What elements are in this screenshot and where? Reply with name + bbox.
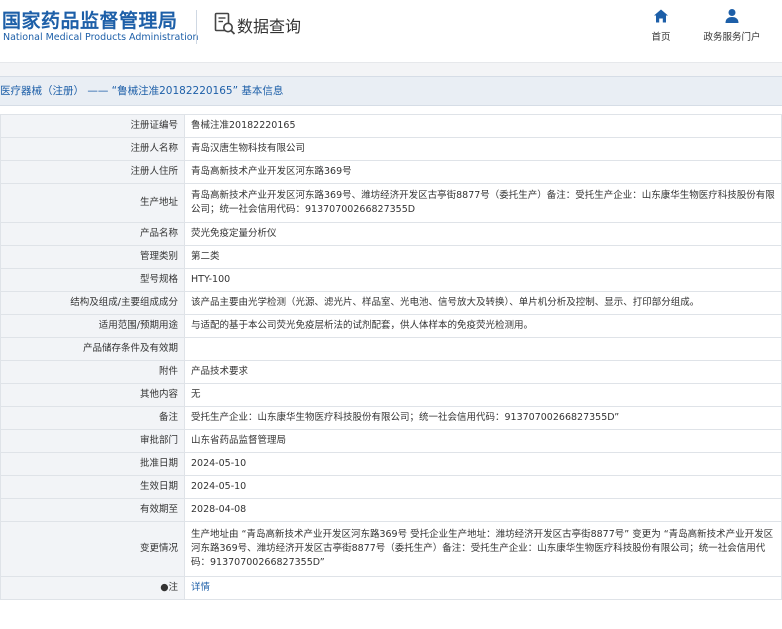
field-label: 型号规格 — [0, 268, 185, 292]
field-value: 生产地址由 “青岛高新技术产业开发区河东路369号 受托企业生产地址：潍坊经济开… — [184, 521, 782, 577]
data-query-icon — [214, 12, 236, 35]
page-subtitle: 数据查询 — [237, 17, 302, 36]
field-value: 受托生产企业：山东康华生物医疗科技股份有限公司；统一社会信用代码：9137070… — [184, 406, 782, 430]
detail-row: 结构及组成/主要组成成分 该产品主要由光学检测（光源、滤光片、样品室、光电池、信号… — [0, 291, 782, 315]
field-label: 生效日期 — [0, 475, 185, 499]
detail-row: 适用范围/预期用途 与适配的基于本公司荧光免疫层析法的试剂配套，供人体样本的免疫荧… — [0, 314, 782, 338]
field-label: 产品名称 — [0, 222, 185, 246]
field-value: 山东省药品监督管理局 — [184, 429, 782, 453]
detail-row: 型号规格 HTY-100 — [0, 268, 782, 292]
detail-row: 备注 受托生产企业：山东康华生物医疗科技股份有限公司；统一社会信用代码：91370… — [0, 406, 782, 430]
field-value: 与适配的基于本公司荧光免疫层析法的试剂配套，供人体样本的免疫荧光检测用。 — [184, 314, 782, 338]
header-band — [0, 62, 782, 76]
field-label: 批准日期 — [0, 452, 185, 476]
header-divider — [196, 10, 197, 44]
field-label: 注册人名称 — [0, 137, 185, 161]
field-value: 青岛高新技术产业开发区河东路369号 — [184, 160, 782, 184]
field-label: 备注 — [0, 406, 185, 430]
field-value: 2024-05-10 — [184, 452, 782, 476]
field-label: 注册证编号 — [0, 114, 185, 138]
detail-row: 产品储存条件及有效期 — [0, 337, 782, 361]
field-label: 附件 — [0, 360, 185, 384]
field-label: 有效期至 — [0, 498, 185, 522]
note-label: ●注 — [0, 576, 185, 600]
field-value: 2028-04-08 — [184, 498, 782, 522]
site-logo-cn[interactable]: 国家药品监督管理局 — [2, 6, 178, 33]
detail-row: 管理类别 第二类 — [0, 245, 782, 269]
nav-service-portal[interactable]: 政务服务门户 — [701, 8, 763, 43]
detail-row: 注册人名称 青岛汉唐生物科技有限公司 — [0, 137, 782, 161]
field-label: 管理类别 — [0, 245, 185, 269]
field-value: 青岛汉唐生物科技有限公司 — [184, 137, 782, 161]
site-header: 国家药品监督管理局 National Medical Products Admi… — [0, 0, 782, 62]
user-icon — [725, 9, 739, 23]
field-value: 荧光免疫定量分析仪 — [184, 222, 782, 246]
site-logo-en: National Medical Products Administration — [3, 32, 199, 43]
field-label: 变更情况 — [0, 521, 185, 577]
detail-row: 批准日期 2024-05-10 — [0, 452, 782, 476]
note-value: 详情 — [184, 576, 782, 600]
field-value: HTY-100 — [184, 268, 782, 292]
field-label: 生产地址 — [0, 183, 185, 223]
field-label: 产品储存条件及有效期 — [0, 337, 185, 361]
details-link[interactable]: 详情 — [191, 582, 210, 593]
breadcrumb: 医疗器械（注册） —— “鲁械注准20182220165” 基本信息 — [0, 76, 782, 106]
nav-service-portal-label: 政务服务门户 — [703, 32, 761, 43]
detail-row: 附件 产品技术要求 — [0, 360, 782, 384]
home-icon — [654, 9, 668, 23]
detail-row: 审批部门 山东省药品监督管理局 — [0, 429, 782, 453]
detail-row: 生效日期 2024-05-10 — [0, 475, 782, 499]
field-value — [184, 337, 782, 361]
field-label: 适用范围/预期用途 — [0, 314, 185, 338]
detail-row: 生产地址 青岛高新技术产业开发区河东路369号、潍坊经济开发区古亭街8877号（委… — [0, 183, 782, 223]
field-label: 结构及组成/主要组成成分 — [0, 291, 185, 315]
field-value: 青岛高新技术产业开发区河东路369号、潍坊经济开发区古亭街8877号（委托生产）… — [184, 183, 782, 223]
field-label: 审批部门 — [0, 429, 185, 453]
detail-row: 产品名称 荧光免疫定量分析仪 — [0, 222, 782, 246]
field-value: 无 — [184, 383, 782, 407]
field-value: 产品技术要求 — [184, 360, 782, 384]
note-row: ●注 详情 — [0, 576, 782, 600]
field-label: 注册人住所 — [0, 160, 185, 184]
detail-row: 有效期至 2028-04-08 — [0, 498, 782, 522]
field-value: 该产品主要由光学检测（光源、滤光片、样品室、光电池、信号放大及转换）、单片机分析… — [184, 291, 782, 315]
detail-table-wrap: 注册证编号 鲁械注准20182220165 注册人名称 青岛汉唐生物科技有限公司 注册人… — [0, 114, 782, 600]
detail-row: 其他内容无 — [0, 383, 782, 407]
detail-row: 注册证编号 鲁械注准20182220165 — [0, 114, 782, 138]
field-value: 2024-05-10 — [184, 475, 782, 499]
detail-table: 注册证编号 鲁械注准20182220165 注册人名称 青岛汉唐生物科技有限公司 注册人… — [0, 114, 782, 600]
nav-home-label: 首页 — [651, 32, 671, 43]
field-label: 其他内容 — [0, 383, 185, 407]
field-value: 鲁械注准20182220165 — [184, 114, 782, 138]
nav-home[interactable]: 首页 — [631, 8, 691, 43]
detail-row: 注册人住所 青岛高新技术产业开发区河东路369号 — [0, 160, 782, 184]
field-value: 第二类 — [184, 245, 782, 269]
detail-row: 变更情况 生产地址由 “青岛高新技术产业开发区河东路369号 受托企业生产地址：潍… — [0, 521, 782, 577]
